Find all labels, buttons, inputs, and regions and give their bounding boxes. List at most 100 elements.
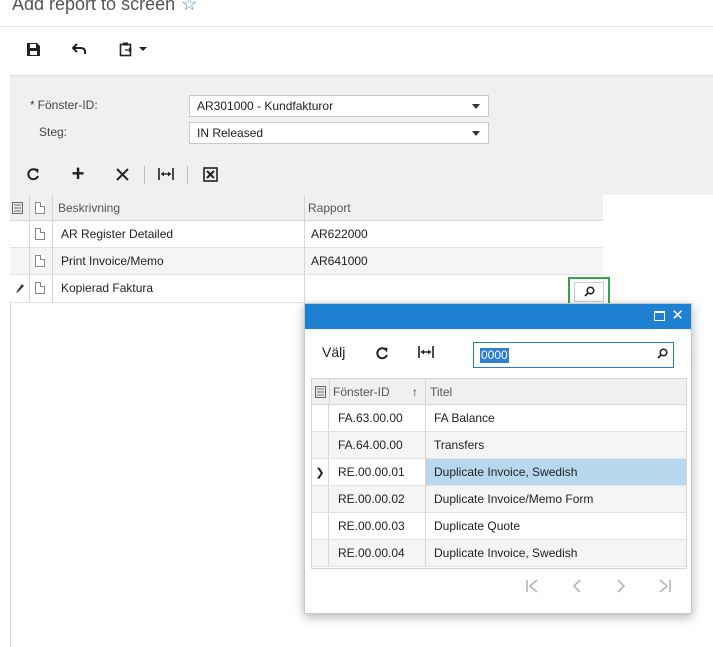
row-screen-id[interactable]: RE.00.00.04 bbox=[338, 546, 405, 560]
clipboard-dropdown[interactable] bbox=[116, 39, 150, 59]
refresh-icon[interactable] bbox=[24, 165, 42, 183]
first-page-button[interactable] bbox=[525, 576, 539, 599]
required-marker: * bbox=[30, 98, 35, 112]
row-screen-id[interactable]: RE.00.00.01 bbox=[338, 465, 405, 479]
step-value: IN Released bbox=[197, 126, 264, 140]
row-title[interactable]: Duplicate Invoice/Memo Form bbox=[434, 492, 593, 506]
lookup-popup: ✕ Välj 0000 Fönster-ID ↑ Titel FA.63.00.… bbox=[304, 303, 692, 614]
row-settings-icon[interactable] bbox=[12, 202, 23, 217]
toolbar-separator bbox=[144, 166, 145, 184]
row-screen-id[interactable]: RE.00.00.03 bbox=[338, 519, 405, 533]
screen-id-label-text: Fönster-ID: bbox=[37, 98, 98, 112]
row-indicator bbox=[312, 405, 329, 431]
search-input-value[interactable]: 0000 bbox=[480, 348, 509, 363]
column-divider bbox=[425, 486, 426, 513]
table-row-editing[interactable]: Kopierad Faktura bbox=[10, 275, 603, 302]
chevron-right-icon: ❯ bbox=[312, 459, 329, 485]
row-description[interactable]: AR Register Detailed bbox=[61, 227, 173, 241]
row-report[interactable]: AR641000 bbox=[311, 254, 368, 268]
undo-icon[interactable] bbox=[70, 40, 88, 58]
close-icon[interactable]: ✕ bbox=[671, 307, 684, 324]
pencil-icon bbox=[15, 283, 25, 297]
row-indicator bbox=[312, 540, 329, 566]
column-divider bbox=[52, 195, 53, 221]
report-lookup-button[interactable] bbox=[568, 277, 610, 306]
table-row[interactable]: AR Register Detailed AR622000 bbox=[10, 221, 603, 248]
screen-id-select[interactable]: AR301000 - Kundfakturor bbox=[189, 95, 489, 117]
previous-page-button[interactable] bbox=[570, 576, 584, 599]
column-divider bbox=[425, 513, 426, 540]
next-page-button[interactable] bbox=[614, 576, 628, 599]
row-title[interactable]: Duplicate Invoice, Swedish bbox=[434, 465, 577, 479]
last-page-button[interactable] bbox=[658, 576, 672, 599]
popup-header: ✕ bbox=[305, 304, 691, 329]
select-button[interactable]: Välj bbox=[322, 344, 345, 360]
column-divider bbox=[425, 379, 426, 405]
refresh-icon[interactable] bbox=[375, 346, 389, 363]
row-screen-id[interactable]: RE.00.00.02 bbox=[338, 492, 405, 506]
column-divider bbox=[29, 195, 30, 221]
scrollbar[interactable] bbox=[680, 405, 686, 568]
sort-ascending-icon[interactable]: ↑ bbox=[412, 385, 418, 399]
toolbar-separator bbox=[187, 166, 188, 184]
add-row-icon[interactable]: + bbox=[68, 161, 88, 186]
table-row-selected[interactable]: ❯ RE.00.00.01 Duplicate Invoice, Swedish bbox=[312, 459, 686, 486]
row-settings-icon[interactable] bbox=[315, 386, 326, 401]
lookup-grid-header: Fönster-ID ↑ Titel bbox=[312, 379, 686, 405]
save-icon[interactable] bbox=[24, 40, 42, 58]
file-icon[interactable] bbox=[35, 282, 45, 294]
column-divider bbox=[304, 248, 305, 275]
fit-columns-icon[interactable] bbox=[156, 164, 176, 184]
clipboard-icon bbox=[119, 42, 132, 56]
row-report[interactable]: AR622000 bbox=[311, 227, 368, 241]
table-row[interactable]: FA.64.00.00 Transfers bbox=[312, 432, 686, 459]
row-divider bbox=[10, 302, 305, 303]
table-row[interactable]: FA.63.00.00 FA Balance bbox=[312, 405, 686, 432]
table-row[interactable]: Print Invoice/Memo AR641000 bbox=[10, 248, 603, 275]
maximize-icon[interactable] bbox=[654, 311, 665, 321]
fit-columns-icon[interactable] bbox=[418, 346, 434, 361]
row-indicator bbox=[312, 432, 329, 458]
step-select[interactable]: IN Released bbox=[189, 122, 489, 144]
page-title-text: Add report to screen bbox=[12, 0, 176, 14]
row-description[interactable]: Kopierad Faktura bbox=[61, 281, 153, 295]
column-header-title[interactable]: Titel bbox=[430, 385, 452, 399]
column-divider bbox=[425, 540, 426, 567]
row-screen-id[interactable]: FA.64.00.00 bbox=[338, 438, 403, 452]
file-icon bbox=[35, 202, 45, 214]
title-divider bbox=[0, 26, 713, 27]
column-divider bbox=[304, 275, 305, 302]
table-row[interactable]: RE.00.00.02 Duplicate Invoice/Memo Form bbox=[312, 486, 686, 513]
search-icon[interactable] bbox=[657, 348, 668, 362]
table-row[interactable]: RE.00.00.04 Duplicate Invoice, Swedish bbox=[312, 540, 686, 567]
column-header-report[interactable]: Rapport bbox=[308, 201, 351, 215]
file-icon[interactable] bbox=[35, 228, 45, 240]
column-divider bbox=[29, 275, 30, 302]
delete-row-icon[interactable] bbox=[112, 164, 132, 184]
row-title[interactable]: Duplicate Quote bbox=[434, 519, 520, 533]
row-title[interactable]: Transfers bbox=[434, 438, 484, 452]
row-title[interactable]: Duplicate Invoice, Swedish bbox=[434, 546, 577, 560]
page-title: Add report to screen ☆ bbox=[12, 0, 197, 15]
chevron-down-icon bbox=[472, 131, 480, 136]
search-input[interactable]: 0000 bbox=[473, 342, 674, 368]
table-row[interactable]: RE.00.00.03 Duplicate Quote bbox=[312, 513, 686, 540]
row-screen-id[interactable]: FA.63.00.00 bbox=[338, 411, 403, 425]
search-icon bbox=[574, 281, 604, 302]
favorite-star-icon[interactable]: ☆ bbox=[181, 0, 197, 14]
grid-border bbox=[10, 302, 11, 647]
column-divider bbox=[29, 248, 30, 275]
row-description[interactable]: Print Invoice/Memo bbox=[61, 254, 164, 268]
step-label: Steg: bbox=[39, 125, 68, 139]
column-header-description[interactable]: Beskrivning bbox=[58, 201, 120, 215]
chevron-down-icon bbox=[139, 47, 147, 51]
column-divider bbox=[425, 432, 426, 459]
column-divider bbox=[425, 459, 426, 486]
column-divider bbox=[304, 221, 305, 248]
export-excel-icon[interactable] bbox=[200, 164, 220, 184]
file-icon[interactable] bbox=[35, 255, 45, 267]
row-title[interactable]: FA Balance bbox=[434, 411, 495, 425]
column-header-screen-id[interactable]: Fönster-ID bbox=[333, 385, 390, 399]
column-divider bbox=[52, 275, 53, 302]
row-indicator bbox=[312, 513, 329, 539]
